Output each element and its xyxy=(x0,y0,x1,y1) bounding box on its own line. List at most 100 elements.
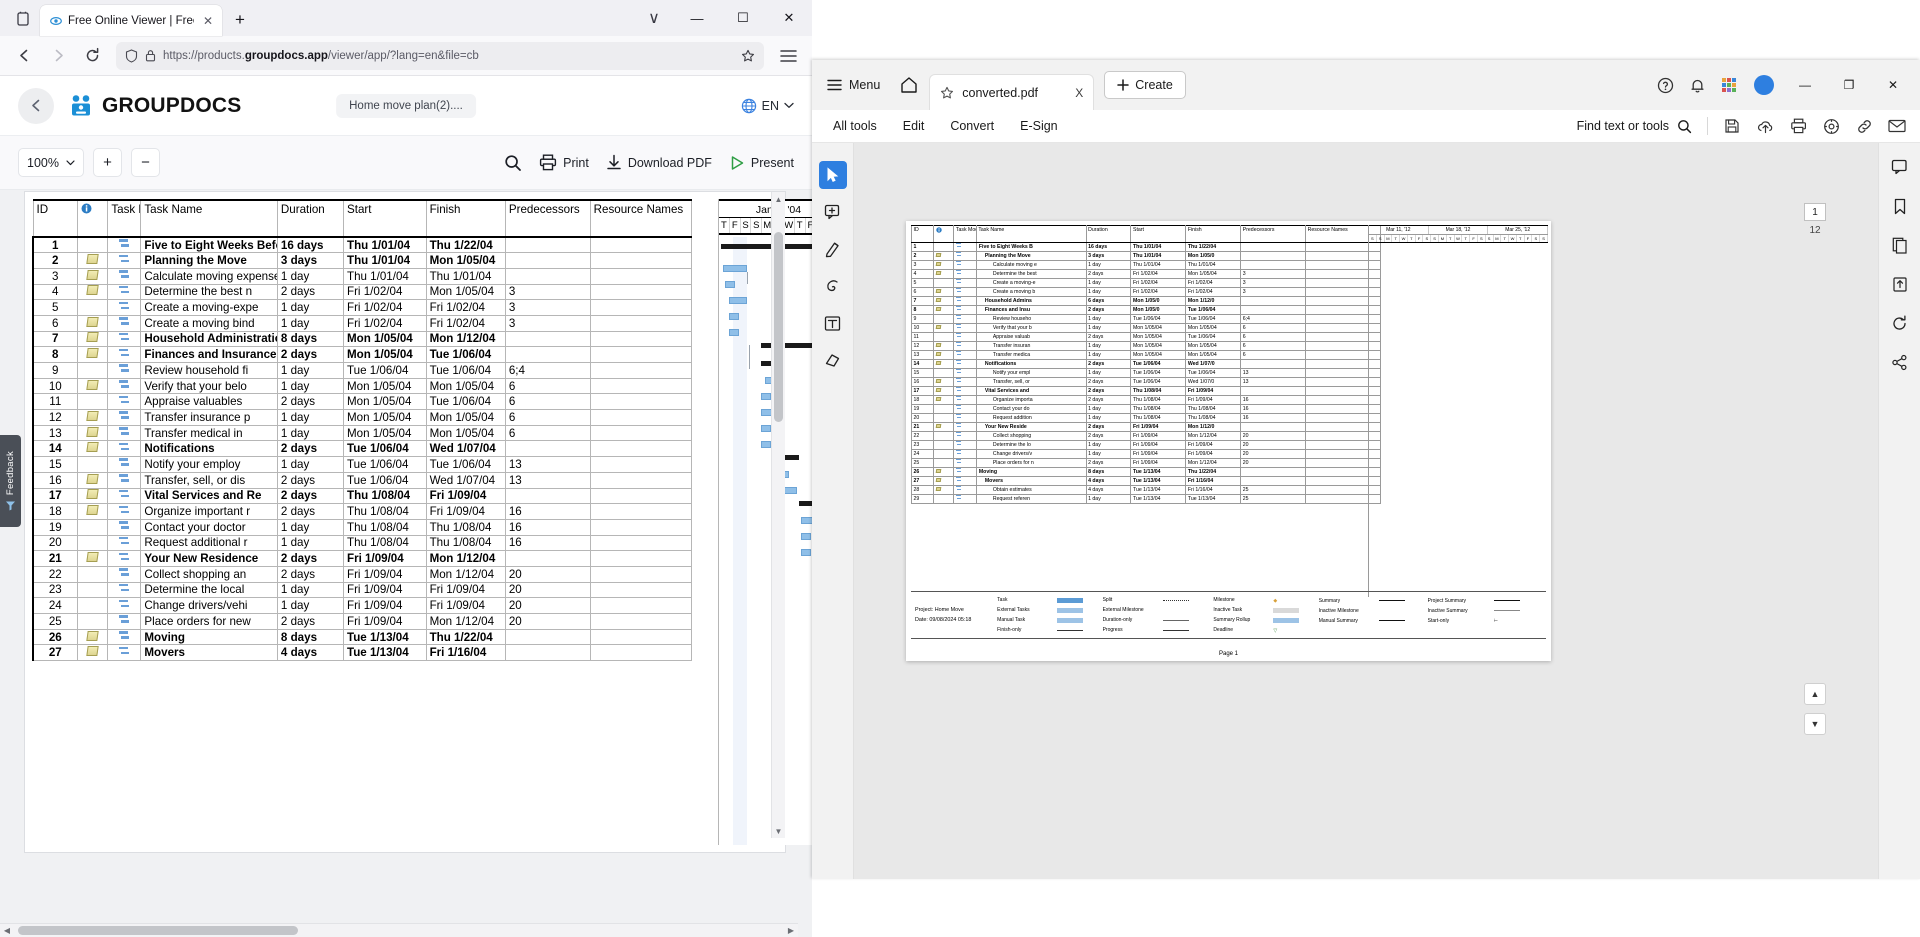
col-header-id[interactable]: ID xyxy=(33,200,77,237)
col-header-resource-names[interactable]: Resource Names xyxy=(590,200,691,237)
forward-icon[interactable] xyxy=(42,41,74,71)
find-text-or-tools[interactable]: Find text or tools xyxy=(1577,119,1698,134)
close-icon[interactable]: ✕ xyxy=(200,13,216,29)
document-filename[interactable]: Home move plan(2).... xyxy=(336,94,476,118)
print-button[interactable]: Print xyxy=(539,154,589,171)
erase-icon[interactable] xyxy=(819,346,847,374)
tab-convert[interactable]: Convert xyxy=(937,110,1007,143)
table-row[interactable]: 26Moving8 daysTue 1/13/04Thu 1/22/04 xyxy=(33,629,692,645)
back-icon[interactable] xyxy=(8,41,40,71)
avatar[interactable] xyxy=(1754,75,1774,95)
browser-tab-active[interactable]: Free Online Viewer | Free Group ✕ xyxy=(40,5,222,36)
highlight-icon[interactable] xyxy=(819,235,847,263)
page-vertical-scrollbar[interactable]: ▲ ▼ xyxy=(771,192,785,838)
export-icon[interactable] xyxy=(1886,270,1914,298)
table-row[interactable]: 27Movers4 daysTue 1/13/04Fri 1/16/04 xyxy=(33,645,692,661)
window-maximize-button[interactable]: ☐ xyxy=(720,0,766,36)
page-number-input[interactable]: 1 xyxy=(1804,203,1826,221)
print-icon[interactable] xyxy=(1783,111,1813,141)
table-row[interactable]: 3Calculate moving expenses1 dayThu 1/01/… xyxy=(33,268,692,284)
scroll-down-icon[interactable]: ▼ xyxy=(772,824,785,838)
table-row[interactable]: 2Planning the Move3 daysThu 1/01/04Mon 1… xyxy=(33,253,692,269)
table-row[interactable]: 16Transfer, sell, or dis2 daysTue 1/06/0… xyxy=(33,472,692,488)
col-header-indicators[interactable] xyxy=(77,200,108,237)
tab-esign[interactable]: E-Sign xyxy=(1007,110,1071,143)
reload-icon[interactable] xyxy=(76,41,108,71)
table-row[interactable]: 20Request additional r1 dayThu 1/08/04Th… xyxy=(33,535,692,551)
col-header-predecessors[interactable]: Predecessors xyxy=(505,200,590,237)
previous-page-button[interactable]: ▲ xyxy=(1804,683,1826,705)
list-all-tabs-icon[interactable] xyxy=(6,4,40,34)
scroll-up-icon[interactable]: ▲ xyxy=(772,192,785,206)
window-restore-button[interactable]: ❐ xyxy=(1828,68,1870,102)
chevron-down-icon[interactable]: ∨ xyxy=(634,0,674,36)
table-row[interactable]: 22Collect shopping an2 daysFri 1/09/04Mo… xyxy=(33,566,692,582)
table-row[interactable]: 12Transfer insurance p1 dayMon 1/05/04Mo… xyxy=(33,410,692,426)
table-row[interactable]: 13Transfer medical in1 dayMon 1/05/04Mon… xyxy=(33,425,692,441)
apps-grid-icon[interactable] xyxy=(1714,70,1744,100)
home-icon[interactable] xyxy=(893,69,925,101)
table-row[interactable]: 19Contact your doctor1 dayThu 1/08/04Thu… xyxy=(33,519,692,535)
add-comment-icon[interactable] xyxy=(819,198,847,226)
scroll-right-icon[interactable]: ▶ xyxy=(784,924,798,937)
tab-all-tools[interactable]: All tools xyxy=(820,110,890,143)
table-row[interactable]: 10Verify that your belo1 dayMon 1/05/04M… xyxy=(33,378,692,394)
col-header-task-mode[interactable]: Task Mode xyxy=(108,200,141,237)
table-row[interactable]: 17Vital Services and Re2 daysThu 1/08/04… xyxy=(33,488,692,504)
zoom-level-select[interactable]: 100% xyxy=(18,148,84,177)
table-row[interactable]: 18Organize important r2 daysThu 1/08/04F… xyxy=(33,504,692,520)
table-row[interactable]: 1Five to Eight Weeks Before16 daysThu 1/… xyxy=(33,237,692,253)
scroll-thumb-horizontal[interactable] xyxy=(18,926,298,935)
table-row[interactable]: 25Place orders for new2 daysFri 1/09/04M… xyxy=(33,614,692,630)
window-minimize-button[interactable]: — xyxy=(674,0,720,36)
table-row[interactable]: 21Your New Residence2 daysFri 1/09/04Mon… xyxy=(33,551,692,567)
cloud-upload-icon[interactable] xyxy=(1750,111,1780,141)
close-icon[interactable]: X xyxy=(1075,86,1083,100)
col-header-task-name[interactable]: Task Name xyxy=(141,200,278,237)
table-row[interactable]: 11Appraise valuables2 daysMon 1/05/04Tue… xyxy=(33,394,692,410)
groupdocs-logo[interactable]: GROUPDOCS xyxy=(68,93,241,119)
draw-freehand-icon[interactable] xyxy=(819,272,847,300)
zoom-in-button[interactable]: + xyxy=(93,148,122,177)
select-cursor-icon[interactable] xyxy=(819,161,847,189)
language-selector[interactable]: EN xyxy=(741,98,794,114)
window-close-button[interactable]: ✕ xyxy=(1872,68,1914,102)
address-bar[interactable]: https://products.groupdocs.app/viewer/ap… xyxy=(116,42,764,70)
next-page-button[interactable]: ▼ xyxy=(1804,713,1826,735)
search-button[interactable] xyxy=(504,154,522,172)
rotate-icon[interactable] xyxy=(1886,309,1914,337)
scroll-left-icon[interactable]: ◀ xyxy=(0,924,14,937)
col-header-duration[interactable]: Duration xyxy=(277,200,343,237)
viewport-horizontal-scrollbar[interactable]: ◀ ▶ xyxy=(0,923,798,937)
pages-panel-icon[interactable] xyxy=(1886,231,1914,259)
scroll-thumb-vertical[interactable] xyxy=(774,232,783,422)
star-icon[interactable] xyxy=(940,86,954,100)
link-icon[interactable] xyxy=(1849,111,1879,141)
window-minimize-button[interactable]: — xyxy=(1784,68,1826,102)
settings-icon[interactable] xyxy=(1816,111,1846,141)
mail-icon[interactable] xyxy=(1882,111,1912,141)
comment-panel-icon[interactable] xyxy=(1886,153,1914,181)
new-tab-button[interactable]: + xyxy=(226,6,254,34)
zoom-out-button[interactable]: − xyxy=(131,148,160,177)
help-icon[interactable] xyxy=(1650,70,1680,100)
browser-menu-icon[interactable] xyxy=(772,41,804,71)
table-row[interactable]: 23Determine the local1 dayFri 1/09/04Fri… xyxy=(33,582,692,598)
table-row[interactable]: 6Create a moving bind1 dayFri 1/02/04Fri… xyxy=(33,315,692,331)
col-header-start[interactable]: Start xyxy=(343,200,426,237)
bookmark-icon[interactable] xyxy=(1886,192,1914,220)
table-row[interactable]: 8Finances and Insurance2 daysMon 1/05/04… xyxy=(33,347,692,363)
col-header-finish[interactable]: Finish xyxy=(426,200,505,237)
table-row[interactable]: 4Determine the best n2 daysFri 1/02/04Mo… xyxy=(33,284,692,300)
bookmark-star-icon[interactable] xyxy=(741,49,755,63)
acrobat-menu-button[interactable]: Menu xyxy=(818,69,889,101)
create-button[interactable]: Create xyxy=(1104,71,1186,99)
tab-edit[interactable]: Edit xyxy=(890,110,938,143)
app-back-button[interactable] xyxy=(18,88,54,124)
table-row[interactable]: 15Notify your employ1 dayTue 1/06/04Tue … xyxy=(33,457,692,473)
table-row[interactable]: 24Change drivers/vehi1 dayFri 1/09/04Fri… xyxy=(33,598,692,614)
share-icon[interactable] xyxy=(1886,348,1914,376)
present-button[interactable]: Present xyxy=(729,155,794,171)
add-text-icon[interactable] xyxy=(819,309,847,337)
feedback-tab[interactable]: Feedback xyxy=(0,435,21,527)
